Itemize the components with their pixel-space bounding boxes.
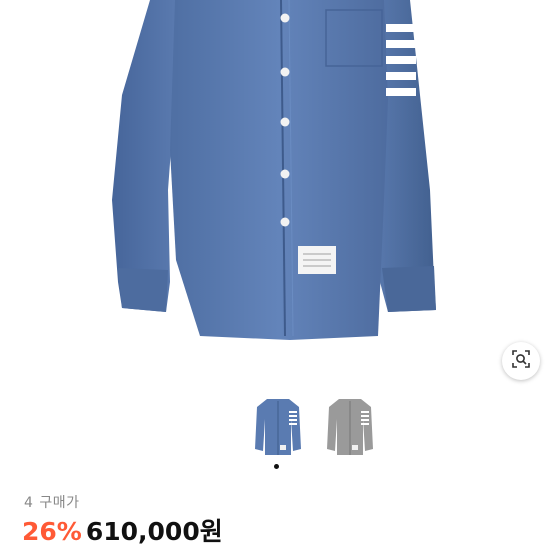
thumbnail-gallery [252,396,376,458]
purchase-count-line: 4 구매가 [24,492,80,512]
thumbnail-gray[interactable] [324,396,376,458]
purchase-label: 구매가 [39,495,80,511]
image-pager [274,464,279,469]
discount-rate: 26% [22,517,82,546]
price-value: 610,000원 [85,517,223,546]
lens-search-button[interactable] [502,342,540,380]
purchase-count: 4 [24,495,34,511]
product-main-image[interactable] [0,0,554,340]
pager-dot-active [274,464,279,469]
price-line: 26% 610,000원 [22,516,223,548]
product-detail-page: 4 구매가 26% 610,000원 [0,0,554,554]
thumbnail-chambray[interactable] [252,396,304,458]
lens-search-icon [511,349,531,373]
